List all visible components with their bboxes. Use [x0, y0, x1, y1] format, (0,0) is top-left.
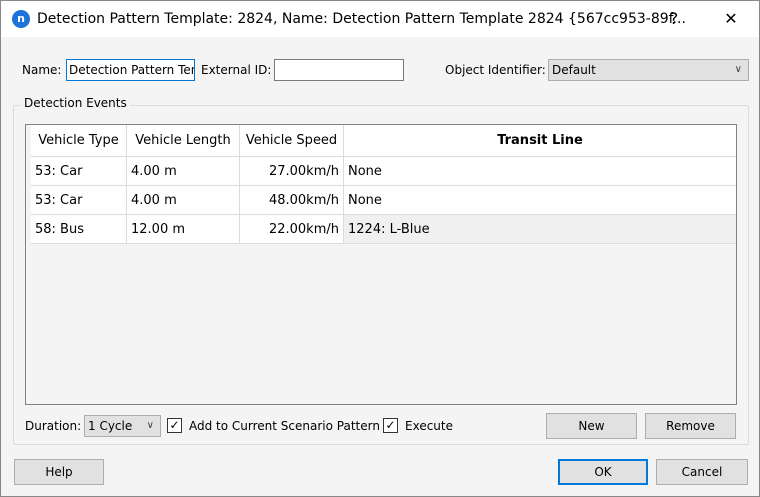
- cell-transit-line: None: [348, 193, 382, 208]
- new-button[interactable]: New: [546, 413, 637, 439]
- duration-select[interactable]: 1 Cycle ∨: [84, 415, 161, 437]
- cell-vehicle-length: 4.00 m: [127, 157, 240, 185]
- dialog-window: n Detection Pattern Template: 2824, Name…: [0, 0, 760, 497]
- duration-value: 1 Cycle: [88, 419, 133, 433]
- table-row[interactable]: 58: Bus 12.00 m 22.00km/h 1224: L-Blue: [31, 214, 736, 244]
- cell-vehicle-speed: 22.00km/h: [240, 215, 344, 243]
- window-title: Detection Pattern Template: 2824, Name: …: [37, 11, 686, 27]
- cell-transit-line: 1224: L-Blue: [344, 215, 736, 243]
- column-header-transit-line[interactable]: Transit Line: [344, 125, 736, 157]
- cell-vehicle-speed: 27.00km/h: [240, 157, 344, 185]
- table-row[interactable]: 53: Car 4.00 m 27.00km/h None: [31, 156, 736, 185]
- cell-vehicle-speed: 48.00km/h: [240, 186, 344, 214]
- help-icon[interactable]: ?: [651, 1, 697, 37]
- object-identifier-label: Object Identifier:: [445, 63, 546, 77]
- help-button[interactable]: Help: [14, 459, 104, 485]
- close-icon[interactable]: ✕: [708, 1, 754, 37]
- cell-vehicle-type: 53: Car: [31, 186, 127, 214]
- cell-vehicle-type: 58: Bus: [31, 215, 127, 243]
- ok-button[interactable]: OK: [558, 459, 648, 485]
- cell-vehicle-length: 12.00 m: [127, 215, 240, 243]
- title-bar: n Detection Pattern Template: 2824, Name…: [1, 1, 759, 37]
- column-header-vehicle-type[interactable]: Vehicle Type: [31, 125, 127, 157]
- chevron-down-icon: ∨: [734, 64, 742, 75]
- add-to-scenario-checkbox[interactable]: ✓: [167, 418, 182, 433]
- name-label: Name:: [22, 63, 62, 77]
- remove-button[interactable]: Remove: [645, 413, 736, 439]
- detection-events-label: Detection Events: [21, 96, 130, 110]
- execute-label[interactable]: Execute: [405, 416, 453, 436]
- external-id-label: External ID:: [201, 63, 272, 77]
- app-icon: n: [12, 10, 30, 28]
- cancel-button[interactable]: Cancel: [656, 459, 748, 485]
- add-to-scenario-label[interactable]: Add to Current Scenario Pattern: [189, 416, 380, 436]
- column-header-vehicle-length[interactable]: Vehicle Length: [127, 125, 240, 157]
- events-table: Vehicle Type Vehicle Length Vehicle Spee…: [25, 124, 737, 405]
- name-input[interactable]: Detection Pattern Tem: [66, 59, 195, 81]
- cell-vehicle-length: 4.00 m: [127, 186, 240, 214]
- cell-vehicle-type: 53: Car: [31, 157, 127, 185]
- column-header-vehicle-speed[interactable]: Vehicle Speed: [240, 125, 344, 157]
- object-identifier-select[interactable]: Default ∨: [548, 59, 749, 81]
- duration-label: Duration:: [25, 419, 82, 433]
- execute-checkbox[interactable]: ✓: [383, 418, 398, 433]
- object-identifier-value: Default: [552, 63, 596, 77]
- chevron-down-icon: ∨: [146, 420, 154, 431]
- external-id-input[interactable]: [274, 59, 404, 81]
- table-header: Vehicle Type Vehicle Length Vehicle Spee…: [31, 125, 736, 157]
- table-row[interactable]: 53: Car 4.00 m 48.00km/h None: [31, 185, 736, 214]
- cell-transit-line: None: [348, 164, 382, 179]
